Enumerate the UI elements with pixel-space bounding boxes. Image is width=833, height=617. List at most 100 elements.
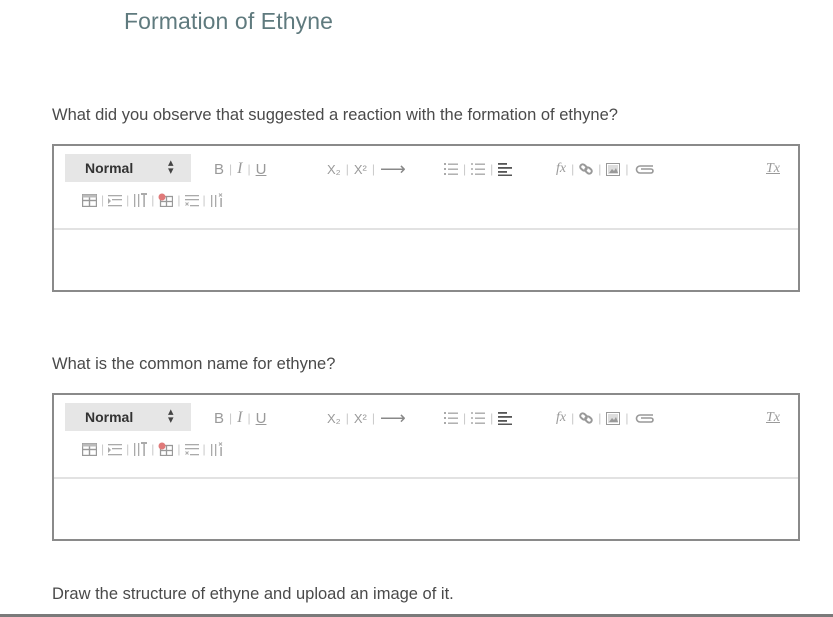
delete-row-button[interactable] [184, 194, 199, 207]
insert-table-icon [82, 442, 97, 456]
insert-column-button[interactable] [133, 193, 148, 207]
separator: | [126, 193, 130, 207]
subscript-button[interactable]: X₂ [327, 411, 341, 426]
answer-editor-1: Normal ▴ ▾ B | I | U X₂ | X² | ⟶ | | fx … [52, 144, 800, 292]
align-icon [498, 412, 513, 425]
ordered-list-button[interactable] [444, 162, 458, 176]
formula-button[interactable]: fx [556, 161, 566, 177]
bold-button[interactable]: B [214, 410, 224, 427]
answer-editor-2: Normal ▴ ▾ B | I | U X₂ | X² | ⟶ | | fx … [52, 393, 800, 541]
insert-row-button[interactable] [108, 443, 123, 456]
link-button[interactable] [579, 162, 594, 176]
separator: | [571, 411, 575, 425]
question-1-text: What did you observe that suggested a re… [52, 106, 618, 124]
arrow-button[interactable]: ⟶ [380, 159, 406, 180]
separator: | [126, 442, 130, 456]
image-icon [606, 162, 621, 176]
align-button[interactable] [498, 162, 513, 176]
separator: | [247, 411, 251, 425]
insert-table-button[interactable] [82, 442, 97, 456]
underline-button[interactable]: U [256, 410, 267, 427]
image-button[interactable] [606, 411, 621, 425]
editor-toolbar: Normal ▴ ▾ B | I | U X₂ | X² | ⟶ | | fx … [54, 395, 798, 479]
delete-table-icon [158, 442, 174, 456]
separator: | [177, 442, 181, 456]
italic-button[interactable]: I [237, 409, 242, 427]
ordered-list-icon [444, 412, 458, 424]
ordered-list-button[interactable] [444, 411, 458, 425]
separator: | [101, 442, 105, 456]
separator: | [371, 411, 375, 425]
insert-row-icon [108, 194, 123, 206]
separator: | [247, 162, 251, 176]
ordered-list-icon [444, 163, 458, 175]
separator: | [229, 411, 233, 425]
image-icon [606, 411, 621, 425]
editor-body[interactable] [54, 230, 798, 290]
separator: | [625, 162, 629, 176]
separator: | [202, 193, 206, 207]
separator: | [625, 411, 629, 425]
arrow-button[interactable]: ⟶ [380, 408, 406, 429]
separator: | [229, 162, 233, 176]
separator: | [463, 411, 467, 425]
page-title: Formation of Ethyne [124, 8, 334, 34]
separator: | [345, 162, 349, 176]
format-select-value: Normal [85, 160, 134, 176]
separator: | [151, 193, 155, 207]
attachment-button[interactable] [633, 162, 655, 176]
separator: | [371, 162, 375, 176]
delete-column-button[interactable] [210, 442, 224, 456]
align-icon [498, 163, 513, 176]
superscript-button[interactable]: X² [354, 411, 367, 426]
delete-table-icon [158, 193, 174, 207]
separator: | [598, 162, 602, 176]
select-arrows-icon: ▴ ▾ [168, 406, 174, 426]
insert-column-icon [134, 193, 148, 207]
insert-table-button[interactable] [82, 193, 97, 207]
delete-row-icon [184, 194, 199, 206]
separator: | [202, 442, 206, 456]
delete-column-icon [210, 193, 222, 207]
unordered-list-button[interactable] [471, 162, 486, 176]
subscript-button[interactable]: X₂ [327, 162, 341, 177]
unordered-list-button[interactable] [471, 411, 486, 425]
superscript-button[interactable]: X² [354, 162, 367, 177]
separator: | [345, 411, 349, 425]
delete-column-button[interactable] [210, 193, 224, 207]
bold-button[interactable]: B [214, 161, 224, 178]
insert-row-icon [108, 443, 123, 455]
align-button[interactable] [498, 411, 513, 425]
format-select[interactable]: Normal ▴ ▾ [65, 154, 191, 182]
separator: | [177, 193, 181, 207]
italic-button[interactable]: I [237, 160, 242, 178]
attachment-button[interactable] [633, 411, 655, 425]
insert-row-button[interactable] [108, 194, 123, 207]
separator: | [490, 411, 494, 425]
link-button[interactable] [579, 411, 594, 425]
separator: | [598, 411, 602, 425]
delete-table-button[interactable] [158, 193, 174, 207]
clear-format-button[interactable]: Tx [766, 161, 780, 177]
question-2-text: What is the common name for ethyne? [52, 355, 336, 373]
format-select[interactable]: Normal ▴ ▾ [65, 403, 191, 431]
delete-table-button[interactable] [158, 442, 174, 456]
attachment-icon [636, 414, 655, 423]
insert-table-icon [82, 193, 97, 207]
underline-button[interactable]: U [256, 161, 267, 178]
link-icon [579, 163, 594, 175]
insert-column-button[interactable] [133, 442, 148, 456]
separator: | [151, 442, 155, 456]
formula-button[interactable]: fx [556, 410, 566, 426]
separator: | [463, 162, 467, 176]
link-icon [579, 412, 594, 424]
delete-row-button[interactable] [184, 443, 199, 456]
clear-format-button[interactable]: Tx [766, 410, 780, 426]
select-arrows-icon: ▴ ▾ [168, 157, 174, 177]
separator: | [571, 162, 575, 176]
delete-row-icon [184, 443, 199, 455]
editor-body[interactable] [54, 479, 798, 539]
attachment-icon [636, 165, 655, 174]
delete-column-icon [210, 442, 222, 456]
image-button[interactable] [606, 162, 621, 176]
